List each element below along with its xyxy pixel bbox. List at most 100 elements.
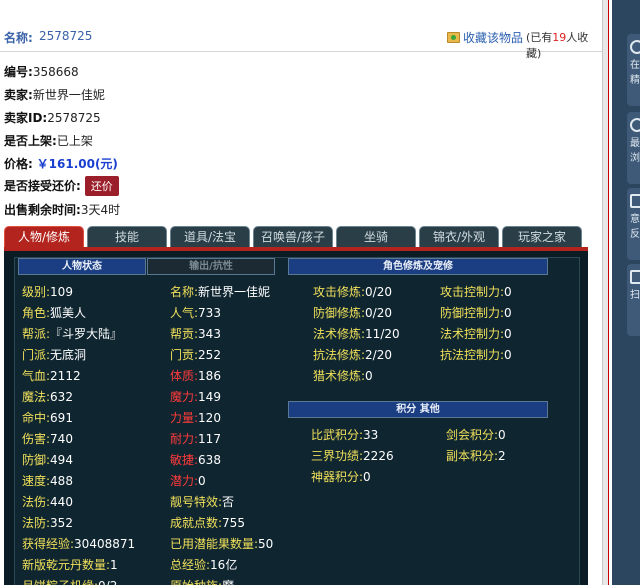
char-stat-left-key: 速度: <box>22 474 51 488</box>
char-stat-mid-value: 50 <box>258 537 274 551</box>
char-stat-mid-value: 117 <box>198 432 221 446</box>
char-stat-mid-key: 体质: <box>170 369 199 383</box>
sidebar-label-recent: 最近浏 <box>630 138 640 164</box>
char-stat-left-row: 命中:691 <box>22 409 73 426</box>
char-stat-mid-value: 252 <box>198 348 221 362</box>
tab-home[interactable]: 玩家之家 <box>502 226 582 248</box>
char-stat-left-value: 352 <box>50 516 73 530</box>
char-stat-left-row: 速度:488 <box>22 472 73 489</box>
char-stat-mid-key: 潜力: <box>170 474 199 488</box>
char-stat-mid-row: 已用潜能果数量:50 <box>170 535 273 552</box>
char-stat-mid-row: 魔力:149 <box>170 388 221 405</box>
char-stat-mid-key: 门贡: <box>170 348 199 362</box>
char-stat-left-value: 494 <box>50 453 73 467</box>
price-value: ￥161.00(元) <box>36 157 118 171</box>
control-key: 法术控制力: <box>440 327 505 341</box>
char-stat-mid-value: 新世界一佳妮 <box>198 285 271 299</box>
tab-outfits[interactable]: 锦衣/外观 <box>419 226 499 248</box>
char-stat-left-key: 伤害: <box>22 432 51 446</box>
cultivation-row: 防御修炼:0/20 <box>313 304 392 321</box>
bargain-button[interactable]: 还价 <box>84 176 119 196</box>
char-stat-left-value: 488 <box>50 474 73 488</box>
bargain-row: 是否接受还价: 还价 <box>4 176 119 196</box>
char-stat-mid-value: 638 <box>198 453 221 467</box>
tab-mounts[interactable]: 坐骑 <box>336 226 416 248</box>
char-stat-mid-value: 魔 <box>222 579 234 585</box>
control-value: 0 <box>504 306 512 320</box>
favorite-link-group[interactable]: 收藏该物品 <box>447 29 523 46</box>
listed-value: 已上架 <box>56 134 93 148</box>
char-stat-left-key: 级别: <box>22 285 51 299</box>
char-stat-left-key: 法伤: <box>22 495 51 509</box>
char-stat-left-key: 帮派: <box>22 327 51 341</box>
seller-id-label: 卖家ID: <box>4 111 48 125</box>
char-stat-left-key: 命中: <box>22 411 51 425</box>
char-stat-mid-key: 耐力: <box>170 432 199 446</box>
points-right-value: 0 <box>498 428 506 442</box>
points-left-value: 33 <box>363 428 379 442</box>
online-service-button[interactable]: 在线精 <box>627 34 640 106</box>
points-left-key: 比武积分: <box>311 428 364 442</box>
cultivation-header: 角色修炼及宠修 <box>288 258 548 275</box>
price-label: 价格: <box>4 157 33 171</box>
points-left-row: 神器积分:0 <box>311 468 371 485</box>
char-stat-mid-key: 魔力: <box>170 390 199 404</box>
cultivation-key: 攻击修炼: <box>313 285 366 299</box>
feedback-button[interactable]: 意见反 <box>627 188 640 260</box>
char-stat-left-value: 1 <box>110 558 118 572</box>
points-right-row: 副本积分:2 <box>446 447 506 464</box>
char-stat-mid-row: 原始种族:魔 <box>170 577 234 585</box>
char-stat-left-key: 法防: <box>22 516 51 530</box>
detail-tabs: 人物/修炼 技能 道具/法宝 召唤兽/孩子 坐骑 锦衣/外观 玩家之家 <box>4 226 588 248</box>
points-left-key: 神器积分: <box>311 470 364 484</box>
cultivation-key: 法术修炼: <box>313 327 366 341</box>
cultivation-row: 攻击修炼:0/20 <box>313 283 392 300</box>
favorite-link[interactable]: 收藏该物品 <box>463 29 523 46</box>
char-stat-left-row: 角色:狐美人 <box>22 304 86 321</box>
listed-row: 是否上架:已上架 <box>4 132 93 149</box>
char-stat-left-value: 691 <box>50 411 73 425</box>
char-stat-mid-row: 潜力:0 <box>170 472 206 489</box>
item-header: 名称: 2578725 收藏该物品 (已有19人收藏) <box>0 24 602 60</box>
char-stat-left-key: 气血: <box>22 369 51 383</box>
char-stat-mid-value: 755 <box>222 516 245 530</box>
clock-icon <box>630 118 640 132</box>
scan-button[interactable]: 扫下 <box>627 264 640 336</box>
char-stat-mid-row: 敏捷:638 <box>170 451 221 468</box>
char-stat-left-value: 无底洞 <box>50 348 87 362</box>
char-stat-mid-value: 149 <box>198 390 221 404</box>
char-stat-mid-key: 成就点数: <box>170 516 223 530</box>
tab-items[interactable]: 道具/法宝 <box>170 226 250 248</box>
char-stat-mid-row: 门贡:252 <box>170 346 221 363</box>
tab-character[interactable]: 人物/修炼 <box>4 226 84 248</box>
points-header: 积分 其他 <box>288 401 548 418</box>
char-stat-left-value: 109 <box>50 285 73 299</box>
favorite-folder-icon <box>447 32 460 43</box>
control-value: 0 <box>504 348 512 362</box>
recent-view-button[interactable]: 最近浏 <box>627 112 640 184</box>
control-key: 防御控制力: <box>440 306 505 320</box>
char-stat-mid-row: 体质:186 <box>170 367 221 384</box>
char-stat-left-key: 新版乾元丹数量: <box>22 558 111 572</box>
control-row: 攻击控制力:0 <box>440 283 512 300</box>
char-stat-mid-key: 总经验: <box>170 558 211 572</box>
seller-id-row: 卖家ID:2578725 <box>4 109 101 126</box>
phone-icon <box>630 270 640 284</box>
char-stat-left-value: 740 <box>50 432 73 446</box>
sub-tab-resist[interactable]: 输出/抗性 <box>147 258 275 275</box>
doc-icon <box>630 194 640 208</box>
char-stat-mid-key: 帮贡: <box>170 327 199 341</box>
seller-id-value: 2578725 <box>47 111 101 125</box>
char-stat-mid-key: 名称: <box>170 285 199 299</box>
char-stat-left-row: 伤害:740 <box>22 430 73 447</box>
favorite-count-text: (已有19人收藏) <box>526 29 602 61</box>
tab-skills[interactable]: 技能 <box>87 226 167 248</box>
char-stat-mid-value: 343 <box>198 327 221 341</box>
char-stat-mid-key: 原始种族: <box>170 579 222 585</box>
sub-tab-status[interactable]: 人物状态 <box>18 258 146 275</box>
char-stat-left-row: 级别:109 <box>22 283 73 300</box>
char-stat-left-value: 狐美人 <box>50 306 87 320</box>
char-stat-mid-value: 733 <box>198 306 221 320</box>
tab-pets[interactable]: 召唤兽/孩子 <box>253 226 333 248</box>
char-stat-left-row: 气血:2112 <box>22 367 81 384</box>
